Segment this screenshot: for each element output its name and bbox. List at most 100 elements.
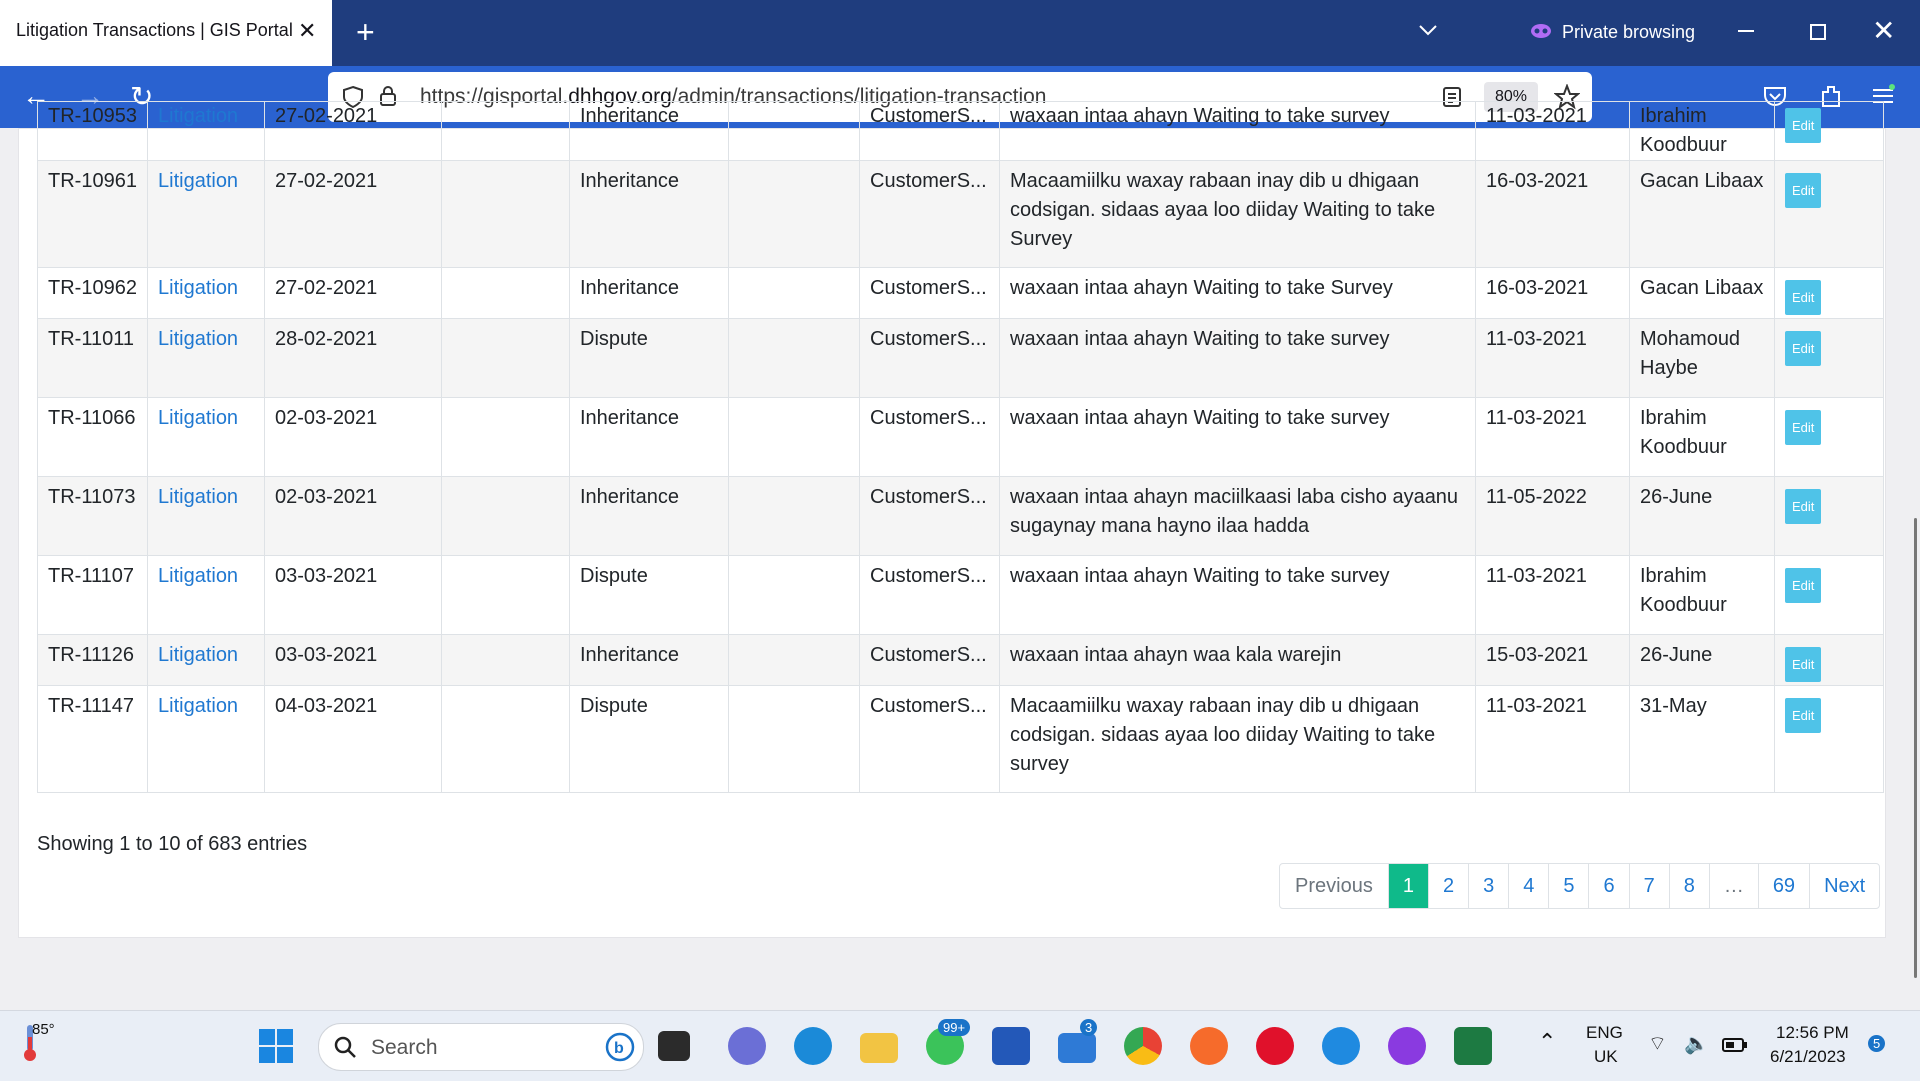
window-close-icon[interactable]: ✕ [1872, 14, 1895, 47]
category-text: Dispute [580, 695, 648, 717]
teams-chat-icon[interactable] [728, 1027, 766, 1065]
cell-type[interactable]: Litigation [147, 318, 265, 398]
edit-button[interactable]: Edit [1785, 410, 1822, 445]
minimize-icon[interactable] [1738, 30, 1754, 32]
cell-edit[interactable]: Edit [1774, 476, 1884, 556]
page-button[interactable]: 1 [1387, 864, 1428, 908]
page-button[interactable]: 7 [1628, 864, 1669, 908]
cell-edit[interactable]: Edit [1774, 634, 1884, 686]
edit-button[interactable]: Edit [1785, 647, 1822, 682]
cell-type[interactable]: Litigation [147, 476, 265, 556]
cell-notes: waxaan intaa ahayn Waiting to take surve… [999, 555, 1476, 635]
next-button[interactable]: Next [1809, 864, 1879, 908]
cell-edit[interactable]: Edit [1774, 318, 1884, 398]
edge-icon[interactable] [794, 1027, 832, 1065]
officer-text: 26-June [1640, 486, 1713, 508]
cell-c4 [441, 267, 570, 319]
cell-officer: Ibrahim Koodbuur [1629, 397, 1775, 477]
cell-edit[interactable]: Edit [1774, 101, 1884, 161]
cell-type[interactable]: Litigation [147, 634, 265, 686]
private-browsing-icon [1531, 24, 1551, 38]
cell-notes: waxaan intaa ahayn Waiting to take surve… [999, 318, 1476, 398]
clock-time[interactable]: 12:56 PM [1776, 1023, 1849, 1043]
chrome-icon[interactable] [1124, 1027, 1162, 1065]
cell-edit[interactable]: Edit [1774, 267, 1884, 319]
edit-button[interactable]: Edit [1785, 331, 1822, 366]
scrollbar[interactable] [1910, 128, 1920, 1008]
litigation-link[interactable]: Litigation [158, 170, 238, 192]
page-button[interactable]: 6 [1588, 864, 1628, 908]
litigation-link[interactable]: Litigation [158, 105, 238, 127]
windows-start-icon[interactable] [258, 1028, 294, 1064]
edit-button[interactable]: Edit [1785, 108, 1822, 143]
restore-icon[interactable] [1810, 24, 1826, 40]
litigation-link[interactable]: Litigation [158, 277, 238, 299]
page-button[interactable]: 69 [1757, 864, 1809, 908]
cell-edit[interactable]: Edit [1774, 397, 1884, 477]
edit-button[interactable]: Edit [1785, 698, 1822, 733]
notes-text: Macaamiilku waxay rabaan inay dib u dhig… [1010, 170, 1436, 250]
chevron-down-icon[interactable] [1416, 18, 1440, 42]
active-tab[interactable]: Litigation Transactions | GIS Portal ✕ [0, 0, 332, 66]
litigation-link[interactable]: Litigation [158, 486, 238, 508]
officer-text: Ibrahim Koodbuur [1640, 565, 1727, 616]
new-tab-icon[interactable]: + [356, 14, 375, 51]
bing-icon[interactable]: b [605, 1032, 635, 1062]
vpn-shield-icon[interactable] [1322, 1027, 1360, 1065]
cell-c4 [441, 476, 570, 556]
category-text: Inheritance [580, 486, 679, 508]
edit-button[interactable]: Edit [1785, 173, 1822, 208]
page-button[interactable]: 3 [1468, 864, 1508, 908]
cell-edit[interactable]: Edit [1774, 685, 1884, 793]
taskbar-search[interactable]: Search b [318, 1023, 644, 1071]
volume-icon[interactable]: 🔈 [1684, 1031, 1709, 1056]
cell-edit[interactable]: Edit [1774, 555, 1884, 635]
task-view-icon[interactable] [658, 1031, 690, 1061]
scroll-thumb[interactable] [1914, 518, 1917, 978]
page-button[interactable]: 2 [1427, 864, 1468, 908]
battery-icon[interactable] [1722, 1037, 1748, 1053]
id-text: TR-10962 [48, 277, 137, 299]
firefox-icon[interactable] [1190, 1027, 1228, 1065]
litigation-link[interactable]: Litigation [158, 695, 238, 717]
litigation-link[interactable]: Litigation [158, 328, 238, 350]
page-button[interactable]: 8 [1668, 864, 1709, 908]
page-button[interactable]: 4 [1508, 864, 1548, 908]
edit-button[interactable]: Edit [1785, 568, 1822, 603]
cell-edit[interactable]: Edit [1774, 160, 1884, 268]
date-text: 27-02-2021 [275, 170, 378, 192]
litigation-link[interactable]: Litigation [158, 407, 238, 429]
cell-type[interactable]: Litigation [147, 555, 265, 635]
cell-officer: Mohamoud Haybe [1629, 318, 1775, 398]
notification-badge[interactable]: 5 [1868, 1035, 1886, 1052]
chevron-up-icon[interactable]: ⌃ [1538, 1029, 1556, 1055]
edit-button[interactable]: Edit [1785, 280, 1822, 315]
opera-icon[interactable] [1256, 1027, 1294, 1065]
language-eng[interactable]: ENG [1586, 1023, 1623, 1043]
cell-type[interactable]: Litigation [147, 397, 265, 477]
cell-c6 [728, 101, 860, 161]
language-uk[interactable]: UK [1594, 1047, 1618, 1067]
page-button[interactable]: 5 [1548, 864, 1588, 908]
cell-type[interactable]: Litigation [147, 267, 265, 319]
cell-type[interactable]: Litigation [147, 101, 265, 161]
wifi-icon[interactable]: ⌔ [1648, 1031, 1667, 1056]
clock-date[interactable]: 6/21/2023 [1770, 1047, 1846, 1067]
cell-officer: 26-June [1629, 634, 1775, 686]
tab-close-icon[interactable]: ✕ [298, 18, 316, 44]
firefox-private-icon[interactable] [1388, 1027, 1426, 1065]
cell-type[interactable]: Litigation [147, 160, 265, 268]
cell-type[interactable]: Litigation [147, 685, 265, 793]
word-icon[interactable] [992, 1027, 1030, 1065]
cell-notes: waxaan intaa ahayn maciilkaasi laba cish… [999, 476, 1476, 556]
previous-button[interactable]: Previous [1280, 864, 1388, 908]
excel-icon[interactable] [1454, 1027, 1492, 1065]
cell-date2: 11-03-2021 [1475, 397, 1630, 477]
mail-icon[interactable] [1058, 1033, 1096, 1063]
mail-badge: 3 [1080, 1019, 1098, 1036]
litigation-link[interactable]: Litigation [158, 644, 238, 666]
cell-date: 02-03-2021 [264, 397, 442, 477]
file-explorer-icon[interactable] [860, 1033, 898, 1063]
litigation-link[interactable]: Litigation [158, 565, 238, 587]
edit-button[interactable]: Edit [1785, 489, 1822, 524]
